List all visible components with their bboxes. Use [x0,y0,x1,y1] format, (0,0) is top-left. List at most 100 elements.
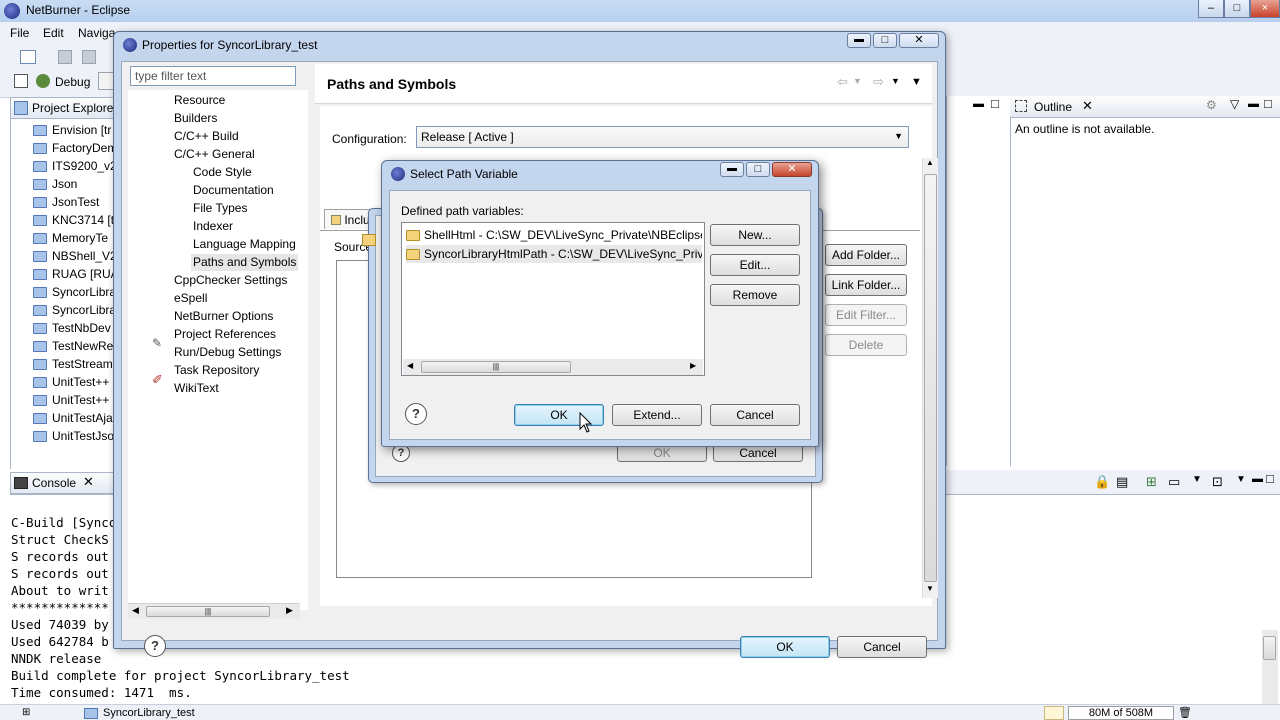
nav-hscroll-thumb[interactable]: ||| [146,606,270,617]
menu-file[interactable]: File [10,26,29,40]
nav-item[interactable]: File Types [191,200,249,217]
console-minimize-icon[interactable]: ▬ [1252,473,1263,485]
project-item-label: UnitTest++ [52,375,110,389]
nav-item[interactable]: Resource [172,92,227,109]
maximize-view-icon[interactable]: □ [991,96,999,111]
nav-item[interactable]: Builders [172,110,219,127]
scroll-right-icon[interactable]: ▶ [286,605,293,616]
nav-item[interactable]: C/C++ Build [172,128,241,145]
print-icon[interactable] [82,50,96,64]
spv-hscroll-thumb[interactable]: ||| [421,361,571,373]
nav-item[interactable]: CppChecker Settings [172,272,289,289]
spv-close-icon[interactable]: ✕ [772,162,812,177]
garbage-collect-icon[interactable]: 🗑 [1178,706,1192,719]
nav-item[interactable]: Documentation [191,182,276,199]
console-line: ************* [11,600,109,615]
spv-scroll-right-icon[interactable]: ▶ [690,361,696,370]
debug-perspective-label[interactable]: Debug [55,75,90,89]
heap-status[interactable]: 80M of 508M [1068,706,1174,720]
menu-navigate[interactable]: Naviga [78,26,115,40]
path-variable-row-selected[interactable]: SyncorLibraryHtmlPath - C:\SW_DEV\LiveSy… [406,245,702,263]
forward-dropdown-icon[interactable]: ▼ [891,76,900,86]
project-explorer-tab[interactable]: Project Explorer [10,97,117,119]
back-dropdown-icon[interactable]: ▼ [853,76,862,86]
spv-maximize-icon[interactable]: □ [746,162,770,177]
configuration-label: Configuration: [332,132,407,146]
maximize-icon[interactable]: □ [1224,0,1250,18]
open-console-dropdown-icon[interactable]: ▼ [1236,474,1246,485]
dialog-minimize-icon[interactable]: ▬ [847,33,871,48]
path-variable-row[interactable]: ShellHtml - C:\SW_DEV\LiveSync_Private\N… [406,226,702,244]
spv-scroll-left-icon[interactable]: ◀ [407,361,413,370]
console-vscroll-thumb[interactable] [1263,636,1276,660]
back-icon[interactable]: ⇦ [837,74,848,90]
console-vscroll[interactable] [1262,630,1278,704]
nav-hscroll[interactable]: ◀ ||| ▶ [128,603,300,619]
scroll-left-icon[interactable]: ◀ [132,605,139,616]
page-vscroll[interactable]: ▲ ▼ [922,158,938,598]
open-console-icon[interactable]: ⊡ [1212,474,1223,490]
save-icon[interactable] [58,50,72,64]
extend-button[interactable]: Extend... [612,404,702,426]
nav-item[interactable]: Task Repository [172,362,261,379]
pin-console-icon[interactable]: ⊞ [1146,474,1157,490]
dialog-close-icon[interactable]: ✕ [899,33,939,48]
clear-console-icon[interactable]: ▤ [1116,474,1128,490]
properties-ok-button[interactable]: OK [740,636,830,658]
new-icon[interactable] [20,50,36,64]
outline-sort-icon[interactable]: ⚙ [1206,98,1217,112]
delete-button[interactable]: Delete [825,334,907,356]
console-dropdown-icon[interactable]: ▼ [1192,474,1202,485]
close-icon[interactable]: × [1250,0,1280,18]
scroll-down-icon[interactable]: ▼ [926,584,934,593]
nav-item[interactable]: WikiText [172,380,221,397]
nav-item[interactable]: Project References [172,326,278,343]
nav-item[interactable]: Code Style [191,164,254,181]
console-close-icon[interactable]: ✕ [83,474,94,490]
console-maximize-icon[interactable]: □ [1266,471,1274,486]
spv-minimize-icon[interactable]: ▬ [720,162,744,177]
perspective-icon[interactable] [14,74,28,88]
page-menu-icon[interactable]: ▼ [911,76,922,88]
scroll-lock-icon[interactable]: 🔒 [1094,474,1110,490]
nav-item[interactable]: Run/Debug Settings [172,344,283,361]
forward-icon[interactable]: ⇨ [873,74,884,90]
view-menu-icon[interactable]: ▽ [1230,97,1239,111]
console-tab[interactable]: Console ✕ [10,472,116,494]
nav-item[interactable]: Paths and Symbols [191,254,299,271]
nav-item[interactable]: NetBurner Options [172,308,275,325]
display-console-icon[interactable]: ▭ [1168,474,1180,490]
nav-item[interactable]: eSpell [172,290,209,307]
cpp-perspective-icon[interactable] [98,72,114,90]
outline-maximize-icon[interactable]: □ [1264,96,1272,111]
configuration-select[interactable]: Release [ Active ] ▼ [416,126,909,148]
scroll-up-icon[interactable]: ▲ [926,158,934,167]
menu-edit[interactable]: Edit [43,26,64,40]
spv-cancel-button[interactable]: Cancel [710,404,800,426]
properties-cancel-button[interactable]: Cancel [837,636,927,658]
nav-item[interactable]: Language Mapping [191,236,298,253]
outline-close-icon[interactable]: ✕ [1082,98,1093,114]
help-icon[interactable]: ? [144,635,166,657]
remove-variable-button[interactable]: Remove [710,284,800,306]
path-variables-list[interactable]: ShellHtml - C:\SW_DEV\LiveSync_Private\N… [401,222,705,376]
spv-help-icon[interactable]: ? [405,403,427,425]
outline-tab[interactable]: Outline ✕ ⚙ ▽ ▬ □ [1010,96,1280,118]
spv-hscroll[interactable]: ◀ ||| ▶ [403,359,703,375]
filter-input[interactable]: type filter text [130,66,296,86]
edit-variable-button[interactable]: Edit... [710,254,800,276]
outline-minimize-icon[interactable]: ▬ [1248,98,1259,110]
nav-item[interactable]: C/C++ General [172,146,257,163]
cppchecker-icon: ✎ [152,336,163,350]
link-folder-button[interactable]: Link Folder... [825,274,907,296]
nav-item[interactable]: Indexer [191,218,235,235]
chevron-down-icon: ▼ [894,131,903,141]
edit-filter-button[interactable]: Edit Filter... [825,304,907,326]
console-icon [14,477,28,489]
new-variable-button[interactable]: New... [710,224,800,246]
add-folder-button[interactable]: Add Folder... [825,244,907,266]
page-vscroll-thumb[interactable] [924,174,937,582]
minimize-icon[interactable]: – [1198,0,1224,18]
minimize-view-icon[interactable]: ▬ [973,98,984,110]
dialog-maximize-icon[interactable]: □ [873,33,897,48]
